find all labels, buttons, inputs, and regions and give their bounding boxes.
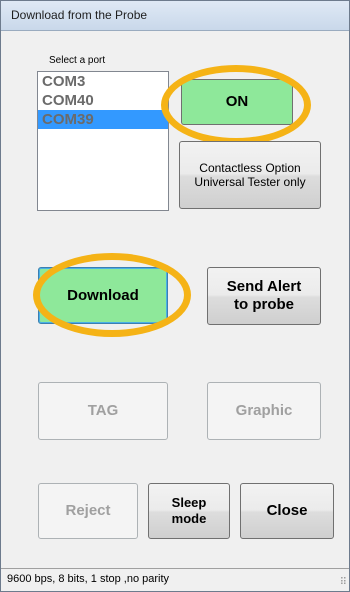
- on-button-label: ON: [225, 93, 249, 110]
- download-button-label: Download: [67, 286, 139, 304]
- send-alert-label-line1: Send Alert: [226, 278, 302, 295]
- close-button-label: Close: [266, 502, 308, 519]
- status-text: 9600 bps, 8 bits, 1 stop ,no parity: [7, 573, 170, 585]
- status-bar: 9600 bps, 8 bits, 1 stop ,no parity ⠿: [1, 568, 349, 591]
- tag-button[interactable]: TAG: [38, 382, 168, 440]
- send-alert-button[interactable]: Send Alert to probe: [207, 267, 321, 325]
- resize-grip-icon[interactable]: ⠿: [340, 577, 347, 588]
- reject-button[interactable]: Reject: [38, 483, 138, 539]
- close-button[interactable]: Close: [240, 483, 334, 539]
- download-button[interactable]: Download: [38, 267, 168, 324]
- port-listbox[interactable]: COM3 COM40 COM39: [37, 71, 169, 211]
- graphic-button[interactable]: Graphic: [207, 382, 321, 440]
- port-item-com3[interactable]: COM3: [38, 72, 168, 91]
- contactless-label-line1: Contactless Option: [199, 160, 301, 175]
- window-title: Download from the Probe: [11, 8, 148, 22]
- port-item-com40[interactable]: COM40: [38, 91, 168, 110]
- contactless-label-line2: Universal Tester only: [194, 175, 306, 189]
- contactless-option-button[interactable]: Contactless Option Universal Tester only: [179, 141, 321, 209]
- port-item-com39[interactable]: COM39: [38, 110, 168, 129]
- on-button[interactable]: ON: [181, 79, 293, 125]
- title-bar[interactable]: Download from the Probe: [1, 1, 349, 31]
- graphic-button-label: Graphic: [235, 402, 293, 419]
- port-label: Select a port: [49, 55, 106, 66]
- sleep-mode-button[interactable]: Sleep mode: [148, 483, 230, 539]
- send-alert-label-line2: to probe: [234, 296, 294, 313]
- sleep-label-line2: mode: [171, 511, 207, 526]
- tag-button-label: TAG: [87, 402, 119, 419]
- reject-button-label: Reject: [65, 502, 111, 519]
- sleep-label-line1: Sleep: [171, 495, 207, 511]
- probe-download-window: Download from the Probe Select a port CO…: [0, 0, 350, 592]
